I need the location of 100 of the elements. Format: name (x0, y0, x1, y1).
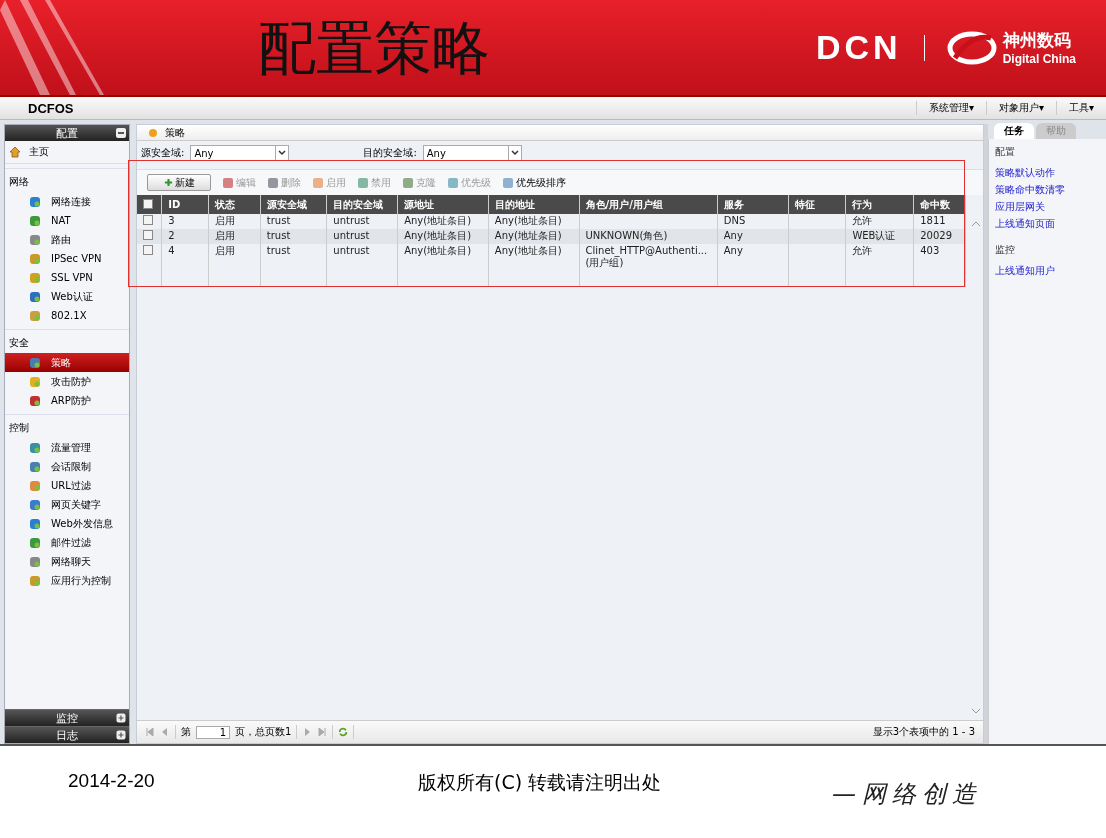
expand-icon[interactable] (116, 730, 126, 740)
table-cell: trust (266, 215, 291, 227)
zone-dropdown[interactable]: Any (422, 145, 522, 161)
copyright-notice: 版权所有(C) 转载请注明出处 (418, 770, 662, 795)
sidebar-item[interactable]: 主页 (29, 145, 49, 159)
zone-dropdown[interactable]: Any (190, 145, 290, 161)
table-cell: Any(地址条目) (404, 245, 472, 257)
table-cell: Any (723, 230, 743, 242)
column-header[interactable]: 特征 (788, 195, 846, 214)
sidebar-row[interactable]: URL过滤 (5, 476, 129, 495)
sidebar-row[interactable]: 会话限制 (5, 457, 129, 476)
sidebar-item-label: Web外发信息 (51, 516, 113, 531)
sidebar-row[interactable]: 网络连接 (5, 192, 129, 211)
column-header[interactable]: 服务 (717, 195, 789, 214)
sidebar-item-label: 网络聊天 (51, 554, 91, 569)
column-header[interactable]: ID (161, 195, 209, 214)
product-name: DCFOS (28, 100, 74, 116)
sidebar-row[interactable]: 应用行为控制 (5, 571, 129, 590)
panel-tab[interactable]: 任务 (994, 123, 1034, 139)
new-button[interactable]: 新建 (147, 174, 211, 191)
section-header[interactable]: 监控 (5, 709, 129, 726)
sidebar-row[interactable]: 流量管理 (5, 438, 129, 457)
sidebar-item-label: 路由 (51, 232, 71, 247)
table-cell: UNKNOWN(角色) (585, 230, 668, 242)
menu-item[interactable]: 工具▾ (1055, 101, 1106, 115)
table-cell: 允许 (852, 215, 873, 227)
sidebar-row[interactable]: Web认证 (5, 287, 129, 306)
sidebar-item-label: 流量管理 (51, 440, 91, 455)
column-header[interactable]: 目的安全域 (326, 195, 398, 214)
table-cell: untrust (333, 230, 370, 242)
column-header[interactable]: 源地址 (397, 195, 489, 214)
select-all-checkbox[interactable] (143, 198, 153, 209)
square-icon (29, 271, 41, 284)
sidebar-item-label: 应用行为控制 (51, 573, 111, 588)
task-link[interactable]: 应用层网关 (995, 200, 1100, 214)
sidebar-row[interactable]: 邮件过滤 (5, 533, 129, 552)
sidebar-row[interactable]: 路由 (5, 230, 129, 249)
sidebar-row[interactable]: 攻击防护 (5, 372, 129, 391)
table-cell: Any(地址条目) (494, 230, 562, 242)
table-cell: untrust (333, 215, 370, 227)
task-link[interactable]: 策略命中数清零 (995, 183, 1100, 197)
square-icon (29, 195, 41, 208)
section-header[interactable]: 配置 (5, 125, 129, 141)
filter-label: 目的安全域: (363, 146, 417, 160)
table-cell: 启用 (214, 230, 235, 242)
previous-page-icon[interactable] (160, 727, 170, 737)
scroll-up-icon[interactable] (971, 221, 981, 227)
square-icon (29, 555, 41, 568)
task-link[interactable]: 策略默认动作 (995, 166, 1100, 180)
column-header[interactable]: 目的地址 (488, 195, 579, 214)
row-checkbox[interactable] (143, 245, 153, 255)
column-header[interactable]: 命中数 (913, 195, 966, 214)
expand-icon[interactable] (116, 713, 126, 723)
sidebar-row[interactable]: NAT (5, 211, 129, 230)
selected-sidebar-item[interactable]: 策略 (5, 353, 129, 372)
sidebar-row[interactable]: SSL VPN (5, 268, 129, 287)
table-cell: 403 (920, 245, 940, 257)
square-icon (29, 441, 41, 454)
collapse-icon[interactable] (116, 128, 126, 138)
sidebar-row[interactable]: 802.1X (5, 306, 129, 325)
sidebar-item-label: Web认证 (51, 289, 93, 304)
square-icon (29, 517, 41, 530)
table-cell: Any(地址条目) (404, 215, 472, 227)
sidebar-row[interactable]: 网络聊天 (5, 552, 129, 571)
row-checkbox[interactable] (143, 230, 153, 240)
section-header[interactable]: 日志 (5, 726, 129, 743)
page-input[interactable]: 1 (196, 725, 230, 739)
column-header[interactable]: 状态 (208, 195, 261, 214)
sidebar-row[interactable]: ARP防护 (5, 391, 129, 410)
menu-item[interactable]: 系统管理▾ (915, 101, 986, 115)
sidebar-row[interactable]: Web外发信息 (5, 514, 129, 533)
scroll-down-icon[interactable] (971, 708, 981, 714)
sidebar-row[interactable]: IPSec VPN (5, 249, 129, 268)
last-page-icon[interactable] (317, 727, 328, 737)
table-cell: 启用 (214, 215, 235, 227)
menu-item[interactable]: 对象用户▾ (985, 101, 1056, 115)
table-cell: untrust (333, 245, 370, 257)
toolbar-button[interactable]: 优先级排序 (503, 175, 566, 190)
square-icon (29, 233, 41, 246)
task-link[interactable]: 上线通知页面 (995, 217, 1100, 231)
column-header[interactable]: 行为 (845, 195, 914, 214)
caret-icon (510, 150, 519, 156)
column-header[interactable]: 角色/用户/用户组 (579, 195, 718, 214)
group-title: 控制 (5, 414, 129, 438)
caret-icon (278, 150, 287, 156)
sidebar-item-label: ARP防护 (51, 393, 91, 408)
brand-name: 神州数码 (1002, 29, 1072, 52)
table-cell: DNS (723, 215, 746, 227)
sidebar-row[interactable]: 网页关键字 (5, 495, 129, 514)
refresh-icon[interactable] (338, 727, 349, 737)
breadcrumb: 策略 (165, 125, 185, 140)
slide-title: 配置策略 (258, 18, 490, 77)
sidebar-item-label: 邮件过滤 (51, 535, 91, 550)
task-link[interactable]: 上线通知用户 (995, 264, 1100, 278)
column-header[interactable]: 源安全域 (260, 195, 327, 214)
table-cell: 允许 (852, 245, 873, 257)
row-checkbox[interactable] (143, 215, 153, 225)
first-page-icon[interactable] (145, 727, 155, 737)
square-icon (29, 394, 41, 407)
page-label: 第 (181, 725, 191, 739)
